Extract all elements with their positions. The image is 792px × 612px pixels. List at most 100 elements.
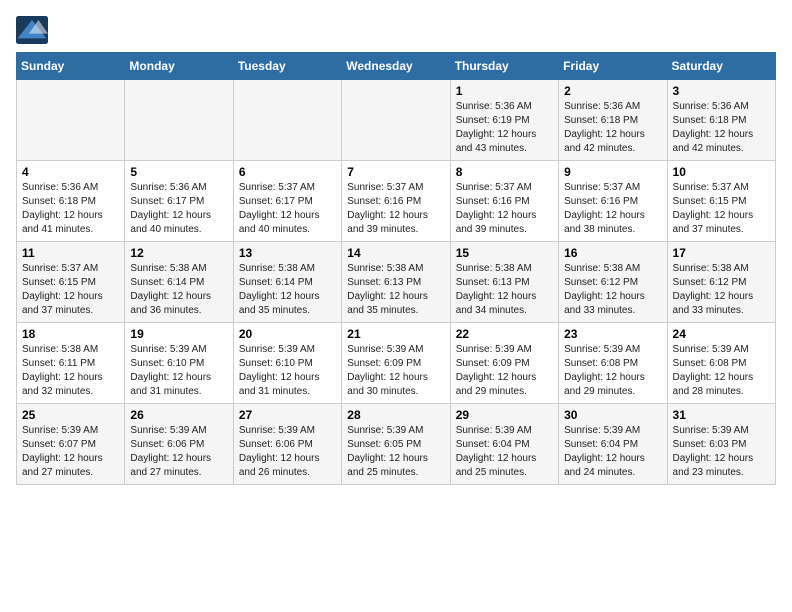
day-number: 2 [564,84,661,98]
logo-icon [16,16,48,44]
day-info: Sunrise: 5:39 AM Sunset: 6:08 PM Dayligh… [673,343,770,399]
day-number: 27 [239,408,336,422]
day-info: Sunrise: 5:39 AM Sunset: 6:08 PM Dayligh… [564,343,661,399]
weekday-header-thursday: Thursday [450,53,558,80]
day-info: Sunrise: 5:37 AM Sunset: 6:15 PM Dayligh… [673,181,770,237]
day-number: 12 [130,246,227,260]
day-number: 21 [347,327,444,341]
day-info: Sunrise: 5:36 AM Sunset: 6:18 PM Dayligh… [564,100,661,156]
day-info: Sunrise: 5:38 AM Sunset: 6:13 PM Dayligh… [456,262,553,318]
calendar-cell: 23 Sunrise: 5:39 AM Sunset: 6:08 PM Dayli… [559,323,667,404]
day-number: 26 [130,408,227,422]
day-info: Sunrise: 5:37 AM Sunset: 6:16 PM Dayligh… [564,181,661,237]
calendar-cell: 30 Sunrise: 5:39 AM Sunset: 6:04 PM Dayli… [559,404,667,485]
day-number: 10 [673,165,770,179]
weekday-header-friday: Friday [559,53,667,80]
day-number: 6 [239,165,336,179]
day-info: Sunrise: 5:37 AM Sunset: 6:16 PM Dayligh… [347,181,444,237]
calendar-cell: 21 Sunrise: 5:39 AM Sunset: 6:09 PM Dayli… [342,323,450,404]
calendar-cell: 3 Sunrise: 5:36 AM Sunset: 6:18 PM Daylig… [667,80,775,161]
calendar-week-row: 11 Sunrise: 5:37 AM Sunset: 6:15 PM Dayli… [17,242,776,323]
day-number: 17 [673,246,770,260]
calendar-body: 1 Sunrise: 5:36 AM Sunset: 6:19 PM Daylig… [17,80,776,485]
calendar-cell: 20 Sunrise: 5:39 AM Sunset: 6:10 PM Dayli… [233,323,341,404]
calendar-cell: 4 Sunrise: 5:36 AM Sunset: 6:18 PM Daylig… [17,161,125,242]
day-info: Sunrise: 5:38 AM Sunset: 6:12 PM Dayligh… [564,262,661,318]
day-info: Sunrise: 5:39 AM Sunset: 6:06 PM Dayligh… [239,424,336,480]
day-number: 23 [564,327,661,341]
day-number: 25 [22,408,119,422]
calendar-cell: 15 Sunrise: 5:38 AM Sunset: 6:13 PM Dayli… [450,242,558,323]
calendar-cell: 18 Sunrise: 5:38 AM Sunset: 6:11 PM Dayli… [17,323,125,404]
calendar-cell: 1 Sunrise: 5:36 AM Sunset: 6:19 PM Daylig… [450,80,558,161]
day-number: 30 [564,408,661,422]
day-info: Sunrise: 5:39 AM Sunset: 6:09 PM Dayligh… [347,343,444,399]
calendar-cell: 9 Sunrise: 5:37 AM Sunset: 6:16 PM Daylig… [559,161,667,242]
calendar-cell: 17 Sunrise: 5:38 AM Sunset: 6:12 PM Dayli… [667,242,775,323]
day-info: Sunrise: 5:39 AM Sunset: 6:05 PM Dayligh… [347,424,444,480]
day-info: Sunrise: 5:38 AM Sunset: 6:14 PM Dayligh… [239,262,336,318]
calendar-cell: 25 Sunrise: 5:39 AM Sunset: 6:07 PM Dayli… [17,404,125,485]
calendar-cell [233,80,341,161]
day-info: Sunrise: 5:37 AM Sunset: 6:16 PM Dayligh… [456,181,553,237]
calendar-cell: 7 Sunrise: 5:37 AM Sunset: 6:16 PM Daylig… [342,161,450,242]
day-info: Sunrise: 5:37 AM Sunset: 6:17 PM Dayligh… [239,181,336,237]
day-number: 20 [239,327,336,341]
calendar-cell: 6 Sunrise: 5:37 AM Sunset: 6:17 PM Daylig… [233,161,341,242]
day-info: Sunrise: 5:39 AM Sunset: 6:04 PM Dayligh… [564,424,661,480]
day-info: Sunrise: 5:39 AM Sunset: 6:06 PM Dayligh… [130,424,227,480]
day-number: 1 [456,84,553,98]
day-info: Sunrise: 5:38 AM Sunset: 6:11 PM Dayligh… [22,343,119,399]
day-info: Sunrise: 5:39 AM Sunset: 6:07 PM Dayligh… [22,424,119,480]
day-info: Sunrise: 5:36 AM Sunset: 6:17 PM Dayligh… [130,181,227,237]
weekday-header-monday: Monday [125,53,233,80]
day-info: Sunrise: 5:36 AM Sunset: 6:19 PM Dayligh… [456,100,553,156]
calendar-week-row: 25 Sunrise: 5:39 AM Sunset: 6:07 PM Dayli… [17,404,776,485]
calendar-week-row: 4 Sunrise: 5:36 AM Sunset: 6:18 PM Daylig… [17,161,776,242]
calendar-cell: 14Sunrise: 5:38 AM Sunset: 6:13 PM Dayli… [342,242,450,323]
calendar-week-row: 18 Sunrise: 5:38 AM Sunset: 6:11 PM Dayli… [17,323,776,404]
calendar-cell: 16Sunrise: 5:38 AM Sunset: 6:12 PM Dayli… [559,242,667,323]
day-info: Sunrise: 5:39 AM Sunset: 6:03 PM Dayligh… [673,424,770,480]
calendar-cell [17,80,125,161]
calendar-table: SundayMondayTuesdayWednesdayThursdayFrid… [16,52,776,485]
calendar-cell [125,80,233,161]
day-number: 3 [673,84,770,98]
day-number: 15 [456,246,553,260]
day-number: 9 [564,165,661,179]
day-info: Sunrise: 5:38 AM Sunset: 6:14 PM Dayligh… [130,262,227,318]
day-info: Sunrise: 5:36 AM Sunset: 6:18 PM Dayligh… [22,181,119,237]
calendar-cell: 13Sunrise: 5:38 AM Sunset: 6:14 PM Dayli… [233,242,341,323]
calendar-cell: 28 Sunrise: 5:39 AM Sunset: 6:05 PM Dayli… [342,404,450,485]
day-number: 28 [347,408,444,422]
day-number: 11 [22,246,119,260]
header-row: SundayMondayTuesdayWednesdayThursdayFrid… [17,53,776,80]
day-number: 19 [130,327,227,341]
day-number: 14 [347,246,444,260]
calendar-cell: 26 Sunrise: 5:39 AM Sunset: 6:06 PM Dayli… [125,404,233,485]
calendar-cell [342,80,450,161]
day-info: Sunrise: 5:37 AM Sunset: 6:15 PM Dayligh… [22,262,119,318]
day-info: Sunrise: 5:36 AM Sunset: 6:18 PM Dayligh… [673,100,770,156]
calendar-cell: 5 Sunrise: 5:36 AM Sunset: 6:17 PM Daylig… [125,161,233,242]
calendar-cell: 24 Sunrise: 5:39 AM Sunset: 6:08 PM Dayli… [667,323,775,404]
day-number: 5 [130,165,227,179]
weekday-header-tuesday: Tuesday [233,53,341,80]
day-number: 22 [456,327,553,341]
day-info: Sunrise: 5:38 AM Sunset: 6:12 PM Dayligh… [673,262,770,318]
calendar-cell: 19Sunrise: 5:39 AM Sunset: 6:10 PM Dayli… [125,323,233,404]
day-info: Sunrise: 5:39 AM Sunset: 6:10 PM Dayligh… [239,343,336,399]
weekday-header-wednesday: Wednesday [342,53,450,80]
calendar-week-row: 1 Sunrise: 5:36 AM Sunset: 6:19 PM Daylig… [17,80,776,161]
day-number: 29 [456,408,553,422]
day-number: 7 [347,165,444,179]
calendar-header: SundayMondayTuesdayWednesdayThursdayFrid… [17,53,776,80]
day-number: 18 [22,327,119,341]
day-number: 4 [22,165,119,179]
calendar-cell: 2 Sunrise: 5:36 AM Sunset: 6:18 PM Daylig… [559,80,667,161]
calendar-cell: 22Sunrise: 5:39 AM Sunset: 6:09 PM Dayli… [450,323,558,404]
day-number: 31 [673,408,770,422]
logo [16,16,52,44]
calendar-cell: 11 Sunrise: 5:37 AM Sunset: 6:15 PM Dayli… [17,242,125,323]
day-number: 24 [673,327,770,341]
